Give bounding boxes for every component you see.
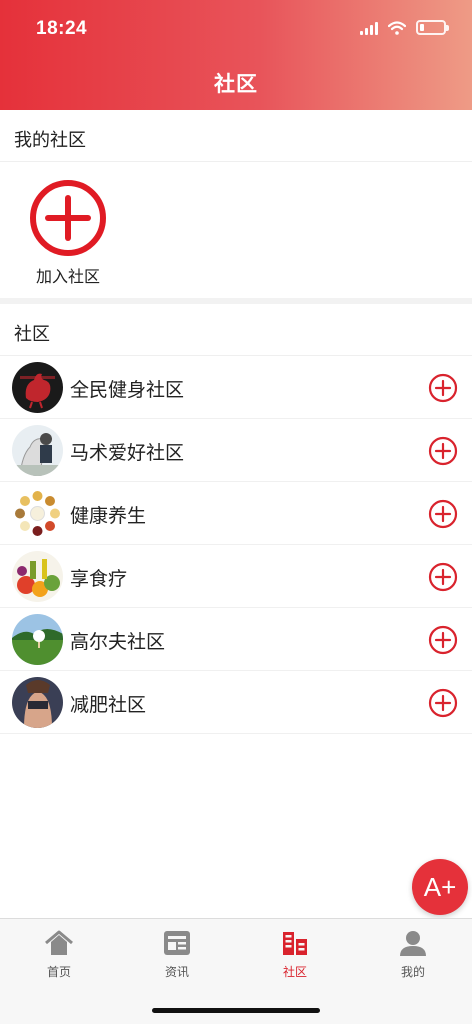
tab-home[interactable]: 首页 xyxy=(0,929,118,980)
battery-icon xyxy=(416,20,449,35)
signal-icon xyxy=(360,21,378,35)
community-icon xyxy=(283,932,307,955)
community-row[interactable]: 享食疗 xyxy=(0,545,472,608)
wifi-icon xyxy=(388,20,406,35)
community-row[interactable]: 健康养生 xyxy=(0,482,472,545)
home-icon xyxy=(45,930,73,955)
tab-news[interactable]: 资讯 xyxy=(118,929,236,980)
community-row[interactable]: 高尔夫社区 xyxy=(0,608,472,671)
community-name: 高尔夫社区 xyxy=(70,632,166,653)
section-divider xyxy=(0,298,472,304)
tab-label: 首页 xyxy=(46,965,71,979)
status-bar: 18:24 xyxy=(0,0,472,56)
join-community-button[interactable] xyxy=(28,178,108,258)
profile-icon xyxy=(400,931,426,956)
header: 18:24 社区 xyxy=(0,0,472,110)
plus-circle-icon xyxy=(30,180,106,256)
plus-circle-icon[interactable] xyxy=(428,688,458,718)
plus-circle-icon[interactable] xyxy=(428,625,458,655)
fitness-avatar xyxy=(12,677,63,728)
community-name: 健康养生 xyxy=(70,506,147,527)
divider xyxy=(0,161,472,162)
plus-circle-icon[interactable] xyxy=(428,562,458,592)
community-row[interactable]: 全民健身社区 xyxy=(0,356,472,419)
plus-circle-icon[interactable] xyxy=(428,436,458,466)
horse-avatar xyxy=(12,425,63,476)
community-row[interactable]: 马术爱好社区 xyxy=(0,419,472,482)
home-indicator xyxy=(152,1008,320,1013)
communities-title: 社区 xyxy=(14,324,50,344)
news-icon xyxy=(164,931,190,955)
status-icons xyxy=(360,20,449,35)
grains-avatar xyxy=(12,488,63,539)
community-name: 全民健身社区 xyxy=(70,380,185,401)
my-communities-title: 我的社区 xyxy=(14,130,86,150)
rooster-avatar xyxy=(12,362,63,413)
plus-circle-icon[interactable] xyxy=(428,499,458,529)
community-list: 全民健身社区 马术爱好社区 健康养生 享食疗 高尔夫社区 减肥社区 xyxy=(0,356,472,734)
vegetables-avatar xyxy=(12,551,63,602)
tab-label: 资讯 xyxy=(164,965,189,979)
community-name: 减肥社区 xyxy=(70,695,147,716)
page-title: 社区 xyxy=(214,73,258,96)
tab-profile[interactable]: 我的 xyxy=(354,929,472,980)
font-size-button[interactable]: A+ xyxy=(412,859,468,915)
tab-label: 社区 xyxy=(282,965,307,979)
community-name: 马术爱好社区 xyxy=(70,443,185,464)
battery-level xyxy=(420,24,424,31)
community-row[interactable]: 减肥社区 xyxy=(0,671,472,734)
golf-avatar xyxy=(12,614,63,665)
tab-community[interactable]: 社区 xyxy=(236,929,354,980)
status-time: 18:24 xyxy=(36,18,88,39)
plus-circle-icon[interactable] xyxy=(428,373,458,403)
tab-label: 我的 xyxy=(400,965,425,979)
community-name: 享食疗 xyxy=(70,569,128,590)
join-community-label[interactable]: 加入社区 xyxy=(20,263,116,287)
